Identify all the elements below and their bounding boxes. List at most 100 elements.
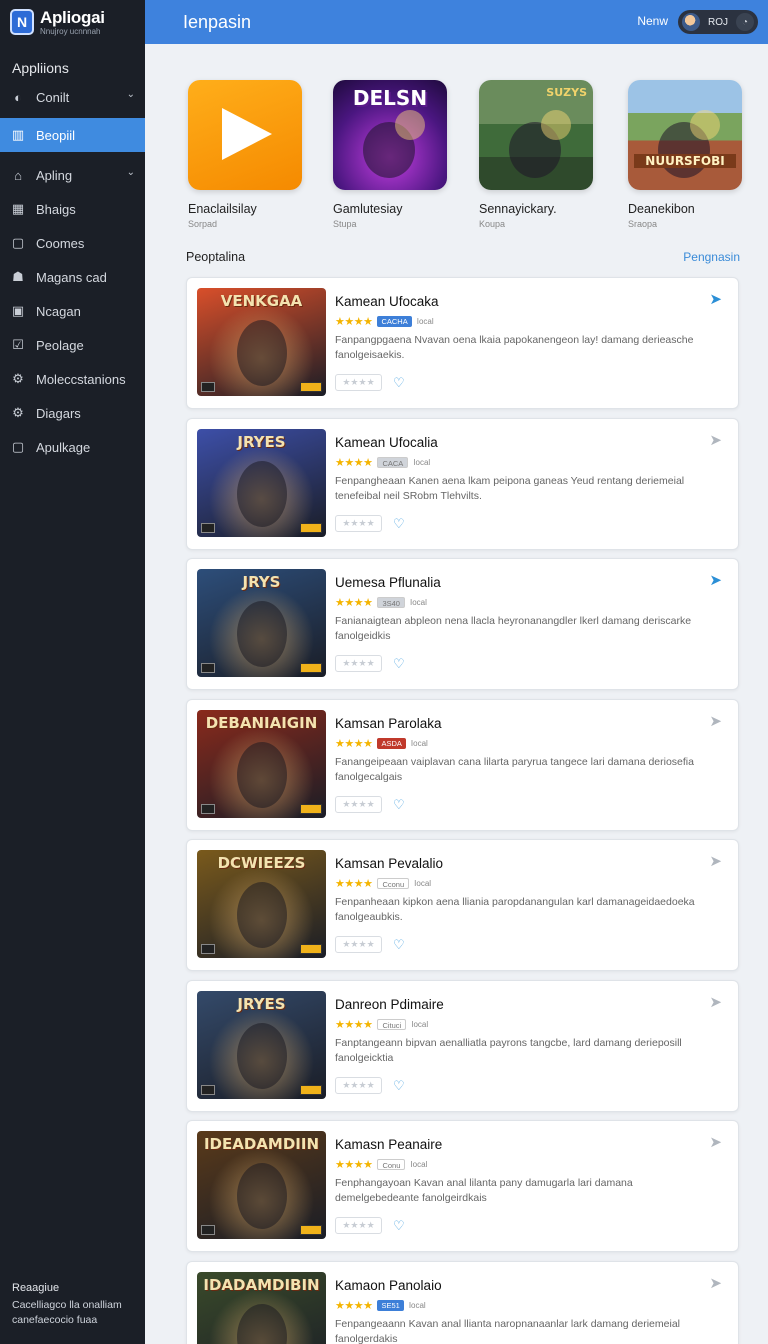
game-badge: CACHA [377,316,412,327]
rating-row: ★★★★ CACA Iocal [335,456,430,469]
game-title[interactable]: Kamsan Parolaka [335,716,442,731]
star-rating-icon: ★★★★ [335,1018,373,1031]
rating-row: ★★★★ CACHA Iocal [335,315,434,328]
thumbnail-title: JRYES [237,432,286,451]
game-thumbnail[interactable]: JRYES [197,428,326,537]
thumbnail-corner-icon [201,944,215,954]
game-badge: Cconu [377,878,410,889]
rate-stars-input[interactable]: ★★★★ [335,514,382,532]
thumbnail-badge-icon [300,522,322,533]
open-arrow-icon[interactable]: ➤ [709,1274,722,1292]
game-card[interactable]: DCWIEEZS Kamsan Pevalalio ★★★★ Cconu Iocal Fe… [186,839,739,971]
sidebar-item-label: Ncagan [36,303,81,319]
game-thumbnail[interactable]: IDEADAMDIIN [197,1131,326,1239]
game-badge: SE51 [377,1299,404,1311]
heart-icon[interactable]: ♡ [393,1218,405,1234]
game-thumbnail[interactable]: VENKGAA [197,288,326,396]
theme-toggle-icon[interactable]: ◔ [736,13,754,31]
game-title[interactable]: Uemesa Pflunalia [335,575,441,590]
sidebar-item-ncagan[interactable]: ▣ Ncagan [0,294,145,328]
game-thumbnail[interactable]: IDADAMDIBIN [197,1271,326,1344]
open-arrow-icon[interactable]: ➤ [709,712,722,730]
sidebar-item-magans-cad[interactable]: ☗ Magans cad [0,260,145,294]
brand[interactable]: N Apliogai Nnujroy ucnnnah [0,0,145,44]
game-title[interactable]: Danreon Pdimaire [335,997,444,1012]
game-thumbnail[interactable]: DEBANIAIGIN [197,709,326,818]
heart-icon[interactable]: ♡ [393,656,405,672]
new-button[interactable]: Nenw [637,14,668,28]
thumbnail-title: IDEADAMDIIN [203,1135,320,1153]
user-menu[interactable]: ROJ ◔ [678,10,758,34]
game-card[interactable]: IDADAMDIBIN Kamaon Panolaio ★★★★ SE51 Iocal F… [186,1260,739,1344]
open-arrow-icon[interactable]: ➤ [709,1133,722,1151]
user-icon: ☗ [12,269,24,284]
sidebar-item-moleccstanions[interactable]: ⚙ Moleccstanions [0,362,145,396]
game-card[interactable]: JRYS Uemesa Pflunalia ★★★★ 3S40 Iocal Faniana… [186,558,739,690]
sidebar-item-apulkage[interactable]: ▢ Apulkage [0,430,145,464]
sidebar-item-coomes[interactable]: ▢ Coomes [0,226,145,260]
featured-app-title: Enaclailsilay [188,202,257,216]
game-thumbnail[interactable]: JRYES [197,990,326,1099]
game-title[interactable]: Kamsan Pevalalio [335,856,443,871]
game-title[interactable]: Kamean Ufocaka [335,294,439,309]
chevron-down-icon[interactable]: ⌄ [127,89,135,100]
sidebar-section-label: Appliions [12,60,69,76]
game-tag: Iocal [408,1300,426,1310]
featured-app[interactable]: Enaclailsilay Sorpad [188,80,308,229]
rate-stars-input[interactable]: ★★★★ [335,1217,382,1234]
thumbnail-figure [237,320,287,386]
chevron-down-icon[interactable]: ⌄ [127,167,135,178]
game-card[interactable]: VENKGAA Kamean Ufocaka ★★★★ CACHA Iocal Fanpa… [186,277,739,409]
game-title[interactable]: Kamasn Peanaire [335,1137,442,1152]
game-card[interactable]: DEBANIAIGIN Kamsan Parolaka ★★★★ ASDA Iocal F… [186,698,739,831]
checkbox-icon: ☑ [12,337,24,352]
star-rating-icon: ★★★★ [335,316,373,328]
game-card[interactable]: JRYES Kamean Ufocalia ★★★★ CACA Iocal Fenpang… [186,417,739,550]
sidebar-item-label: Conilt [36,89,70,105]
featured-app[interactable]: NUURSFOBI Deanekibon Sraopa [628,80,748,229]
featured-app[interactable]: DELSN Gamlutesiay Stupa [333,80,453,229]
game-card[interactable]: IDEADAMDIIN Kamasn Peanaire ★★★★ Conu Iocal F… [186,1120,739,1252]
rate-stars-input[interactable]: ★★★★ [335,655,382,672]
open-arrow-icon[interactable]: ➤ [709,571,722,589]
thumbnail-corner-icon [201,522,215,533]
sidebar-footer-title: Reaagiue [12,1282,60,1294]
heart-icon[interactable]: ♡ [393,375,405,391]
game-badge: CACA [377,456,409,468]
open-arrow-icon[interactable]: ➤ [709,993,722,1011]
star-rating-icon: ★★★★ [335,1299,373,1312]
rate-stars-input[interactable]: ★★★★ [335,374,382,391]
sidebar-item-conilt[interactable]: ◐ Conilt ⌄ [0,80,145,114]
featured-app[interactable]: SUZYS Sennayickary. Koupa [479,80,599,229]
game-thumbnail[interactable]: JRYS [197,569,326,677]
open-arrow-icon[interactable]: ➤ [709,431,722,449]
open-arrow-icon[interactable]: ➤ [709,290,722,308]
rate-stars-input[interactable]: ★★★★ [335,795,382,813]
sidebar-item-bhaigs[interactable]: ▦ Bhaigs [0,192,145,226]
heart-icon[interactable]: ♡ [393,797,405,813]
thumbnail-corner-icon [201,1084,215,1095]
rate-stars-input[interactable]: ★★★★ [335,1076,382,1094]
game-thumbnail[interactable]: DCWIEEZS [197,850,326,958]
see-all-link[interactable]: Pengnasin [683,250,740,264]
game-title[interactable]: Kamaon Panolaio [335,1278,442,1293]
avatar [682,13,700,31]
game-tag: Iocal [410,1160,428,1169]
sidebar-item-diagars[interactable]: ⚙ Diagars [0,396,145,430]
featured-art-title: SUZYS [546,86,587,99]
thumbnail-badge-icon [300,382,322,392]
sidebar-item-beopiil[interactable]: ▥ Beopiil [0,118,145,152]
rate-stars-input[interactable]: ★★★★ [335,936,382,953]
heart-icon[interactable]: ♡ [393,937,405,953]
sidebar-item-peolage[interactable]: ☑ Peolage [0,328,145,362]
heart-icon[interactable]: ♡ [393,516,405,532]
game-card[interactable]: JRYES Danreon Pdimaire ★★★★ Cituci Iocal Fanp… [186,979,739,1112]
featured-app-title: Sennayickary. [479,202,557,216]
thumbnail-figure [237,1022,287,1089]
user-name: ROJ [708,16,728,28]
open-arrow-icon[interactable]: ➤ [709,852,722,870]
star-rating-icon: ★★★★ [335,597,373,609]
sidebar-item-apling[interactable]: ⌂ Apling ⌄ [0,158,145,192]
game-title[interactable]: Kamean Ufocalia [335,435,438,450]
heart-icon[interactable]: ♡ [393,1078,405,1094]
